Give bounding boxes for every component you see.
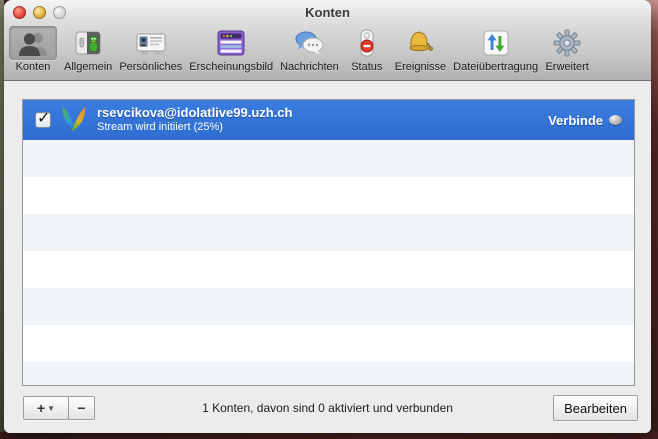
empty-list-row	[23, 362, 634, 385]
toolbar-item-accounts[interactable]: Konten	[9, 26, 57, 73]
toolbar-label: Dateiübertragung	[453, 61, 539, 73]
toolbar-item-messages[interactable]: Nachrichten	[280, 26, 339, 73]
empty-list-row	[23, 325, 634, 362]
toolbar-label: Status	[351, 61, 383, 73]
personal-info-icon	[128, 26, 174, 60]
advanced-gear-icon	[545, 26, 589, 60]
toolbar-item-personal[interactable]: Persönliches	[119, 26, 182, 73]
general-icon	[67, 26, 109, 60]
toolbar-item-appearance[interactable]: Erscheinungsbild	[189, 26, 273, 73]
empty-list-row	[23, 251, 634, 288]
toolbar-item-events[interactable]: Ereignisse	[395, 26, 446, 73]
file-transfer-icon	[475, 26, 517, 60]
toolbar-item-advanced[interactable]: Erweitert	[545, 26, 589, 73]
preferences-window: Konten Konten Allgemein Persönliches Ers…	[4, 0, 651, 433]
empty-list-row	[23, 140, 634, 177]
toolbar-label: Nachrichten	[280, 61, 339, 73]
account-text: rsevcikova@idolatlive99.uzh.ch Stream wi…	[97, 105, 539, 135]
toolbar-label: Erscheinungsbild	[189, 61, 274, 73]
toolbar-label: Allgemein	[64, 61, 113, 73]
appearance-icon	[209, 26, 253, 60]
toolbar-label: Persönliches	[119, 61, 183, 73]
empty-list-row	[23, 177, 634, 214]
window-header: Konten Konten Allgemein Persönliches Ers…	[4, 0, 651, 81]
toolbar-label: Ereignisse	[394, 61, 447, 73]
messages-icon	[286, 26, 332, 60]
empty-list-row	[23, 288, 634, 325]
toolbar-label: Erweitert	[545, 61, 589, 73]
desktop-wallpaper-bottom	[0, 432, 658, 439]
account-enabled-checkbox[interactable]: ✓	[35, 110, 51, 128]
titlebar[interactable]: Konten	[4, 0, 651, 25]
xmpp-feathers-icon	[60, 106, 88, 134]
events-bell-icon	[398, 26, 442, 60]
toolbar-item-file-transfer[interactable]: Dateiübertragung	[453, 26, 538, 73]
account-status: Stream wird initiiert (25%)	[97, 121, 223, 134]
accounts-list: ✓ rsevcikova@idolatlive99.uzh.ch Stream …	[22, 99, 635, 386]
connecting-status-bubble-icon	[609, 115, 622, 125]
account-name: rsevcikova@idolatlive99.uzh.ch	[97, 105, 293, 120]
edit-button[interactable]: Bearbeiten	[553, 395, 638, 421]
preferences-toolbar: Konten Allgemein Persönliches Erscheinun…	[4, 25, 651, 73]
checkmark-icon: ✓	[37, 110, 51, 127]
status-icon	[346, 26, 388, 60]
connect-action-label: Verbinde	[548, 112, 603, 128]
toolbar-item-status[interactable]: Status	[346, 26, 388, 73]
toolbar-item-general[interactable]: Allgemein	[64, 26, 112, 73]
toolbar-label: Konten	[15, 61, 51, 73]
account-action: Verbinde	[548, 113, 622, 128]
account-row[interactable]: ✓ rsevcikova@idolatlive99.uzh.ch Stream …	[23, 100, 634, 140]
empty-list-row	[23, 214, 634, 251]
window-title: Konten	[305, 5, 350, 20]
accounts-pane: ✓ rsevcikova@idolatlive99.uzh.ch Stream …	[4, 82, 651, 433]
accounts-icon	[9, 26, 57, 60]
